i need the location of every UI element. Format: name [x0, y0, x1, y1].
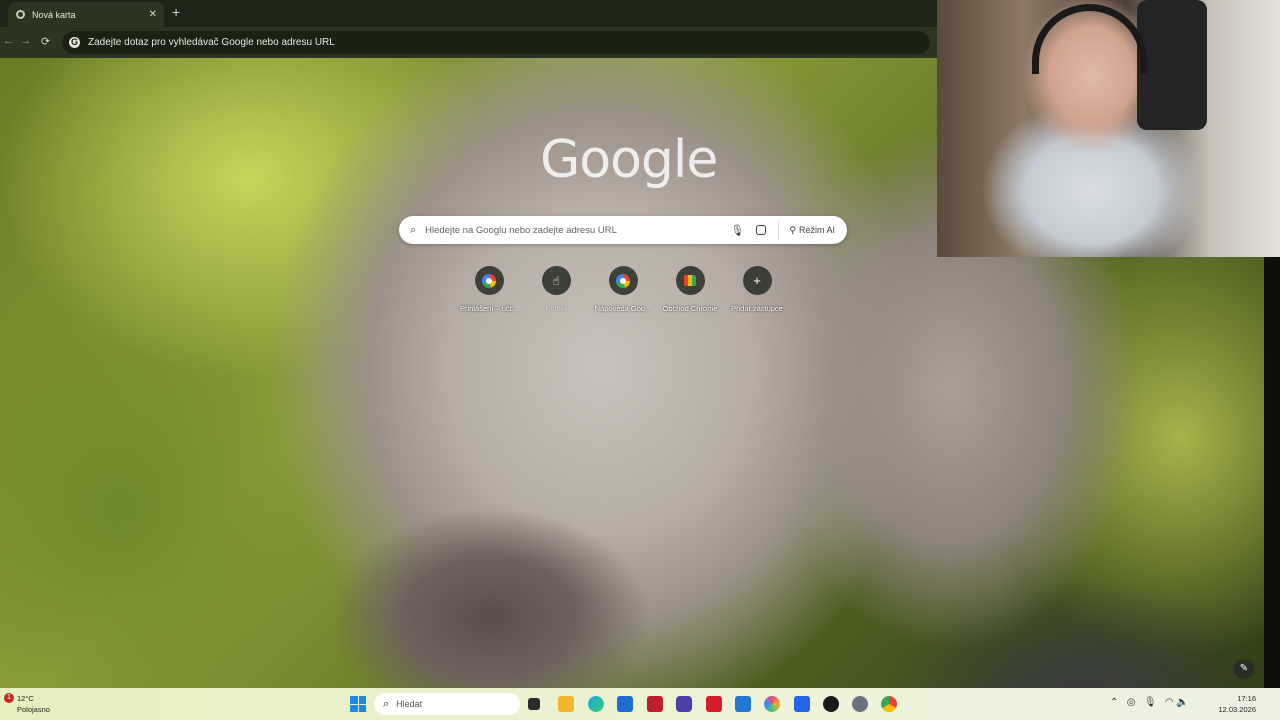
ai-mode-button[interactable]: ⚲ Režim AI — [778, 221, 847, 239]
taskbar-search[interactable]: ⌕ Hledat — [374, 693, 520, 715]
add-shortcut-tile[interactable]: + Přidat zástupce — [722, 266, 792, 313]
shortcut-label: Obchod Chrome — [662, 304, 718, 313]
search-placeholder: Hledejte na Googlu nebo zadejte adresu U… — [425, 224, 617, 236]
shortcut-tile[interactable]: Nápověda Goo... — [588, 266, 658, 313]
tab-title: Nová karta — [32, 9, 76, 20]
hand-cursor-icon: ☝ — [552, 273, 560, 288]
clock-date: 12.03.2026 — [1218, 705, 1256, 714]
customize-pencil-icon[interactable]: ✎ — [1234, 659, 1254, 679]
microsoft-store-icon[interactable] — [617, 696, 633, 712]
close-tab-icon[interactable]: ✕ — [149, 9, 157, 20]
task-view-icon[interactable] — [528, 698, 540, 710]
search-icon: ⌕ — [383, 697, 390, 710]
wifi-icon[interactable]: ◠ — [1165, 697, 1174, 708]
shortcut-tile[interactable]: Přihlášení – účt... — [454, 266, 524, 313]
tab-new-tab[interactable]: Nová karta ✕ — [8, 2, 164, 27]
shortcut-label: Kvíbol — [545, 304, 567, 313]
taskbar-search-label: Hledat — [396, 699, 423, 709]
weather-temp: 12°C — [17, 694, 34, 703]
microphone-icon[interactable]: 🎙 — [1144, 697, 1157, 708]
headset — [1032, 4, 1147, 74]
address-bar[interactable]: G Zadejte dotaz pro vyhledávač Google ne… — [62, 31, 930, 54]
outlook-icon[interactable] — [735, 696, 751, 712]
clock[interactable]: 17:16 12.03.2026 — [1206, 693, 1256, 715]
google-icon — [616, 273, 630, 288]
settings-gear-icon[interactable] — [852, 696, 868, 712]
google-icon: G — [69, 37, 80, 48]
shortcut-icon-circle: ☝ — [541, 266, 571, 295]
chrome-store-icon — [684, 275, 696, 286]
shortcut-label: Přidat zástupce — [731, 304, 783, 313]
mcafee-icon[interactable] — [647, 696, 663, 712]
forward-icon[interactable]: → — [20, 35, 31, 47]
microphone-icon[interactable]: 🎙 — [730, 224, 744, 237]
file-explorer-icon[interactable] — [558, 696, 574, 712]
blue-app-icon[interactable] — [794, 696, 810, 712]
google-logo: Google — [540, 130, 718, 190]
chevron-up-icon[interactable]: ⌃ — [1110, 697, 1118, 708]
obs-icon[interactable] — [823, 696, 839, 712]
shortcut-label: Nápověda Goo... — [594, 304, 652, 313]
edge-icon[interactable] — [588, 696, 604, 712]
windows-taskbar: 1 12°C Polojasno ⌕ Hledat ⌃ ◎ 🎙 ◠ 🔈 17:1… — [0, 688, 1280, 720]
shortcut-icon-circle: + — [742, 266, 772, 295]
shortcut-icon-circle — [608, 266, 638, 295]
security-app-icon[interactable] — [676, 696, 692, 712]
chrome-tab-icon — [16, 10, 25, 19]
back-icon[interactable]: ← — [3, 35, 14, 47]
search-box[interactable]: ⌕ Hledejte na Googlu nebo zadejte adresu… — [399, 216, 847, 244]
search-icon: ⌕ — [410, 223, 417, 236]
weather-badge: 1 — [4, 693, 14, 703]
screen-edge-strip — [1264, 257, 1280, 688]
speaker-icon[interactable]: 🔈 — [1176, 697, 1188, 708]
network-icon[interactable]: ◎ — [1127, 697, 1136, 708]
google-icon — [482, 273, 496, 288]
windows-start-icon[interactable] — [350, 696, 366, 712]
lenovo-app-icon[interactable] — [706, 696, 722, 712]
new-tab-button[interactable]: + — [172, 4, 180, 20]
google-lens-icon[interactable] — [756, 225, 767, 235]
gaming-chair — [1137, 0, 1207, 130]
weather-desc: Polojasno — [17, 705, 50, 714]
system-tray: ⌃ ◎ 🎙 ◠ 🔈 — [1110, 697, 1189, 708]
clock-time: 17:16 — [1237, 694, 1256, 703]
ai-mode-label: Režim AI — [798, 225, 835, 235]
address-placeholder: Zadejte dotaz pro vyhledávač Google nebo… — [88, 37, 335, 48]
shortcut-tile[interactable]: Obchod Chrome — [655, 266, 725, 313]
shortcut-tile[interactable]: ☝ Kvíbol — [521, 266, 591, 313]
chrome-icon[interactable] — [881, 696, 897, 712]
copilot-icon[interactable] — [764, 696, 780, 712]
browser-toolbar: ← → ⟳ G Zadejte dotaz pro vyhledávač Goo… — [0, 27, 937, 58]
shortcut-label: Přihlášení – účt... — [460, 304, 518, 313]
shortcut-icon-circle — [474, 266, 504, 295]
sparkle-search-icon: ⚲ — [789, 224, 796, 235]
tab-strip: Nová karta ✕ + — [0, 0, 937, 27]
webcam-overlay — [937, 0, 1280, 257]
shortcut-icon-circle — [675, 266, 705, 295]
reload-icon[interactable]: ⟳ — [41, 35, 50, 48]
plus-icon: + — [753, 273, 761, 288]
